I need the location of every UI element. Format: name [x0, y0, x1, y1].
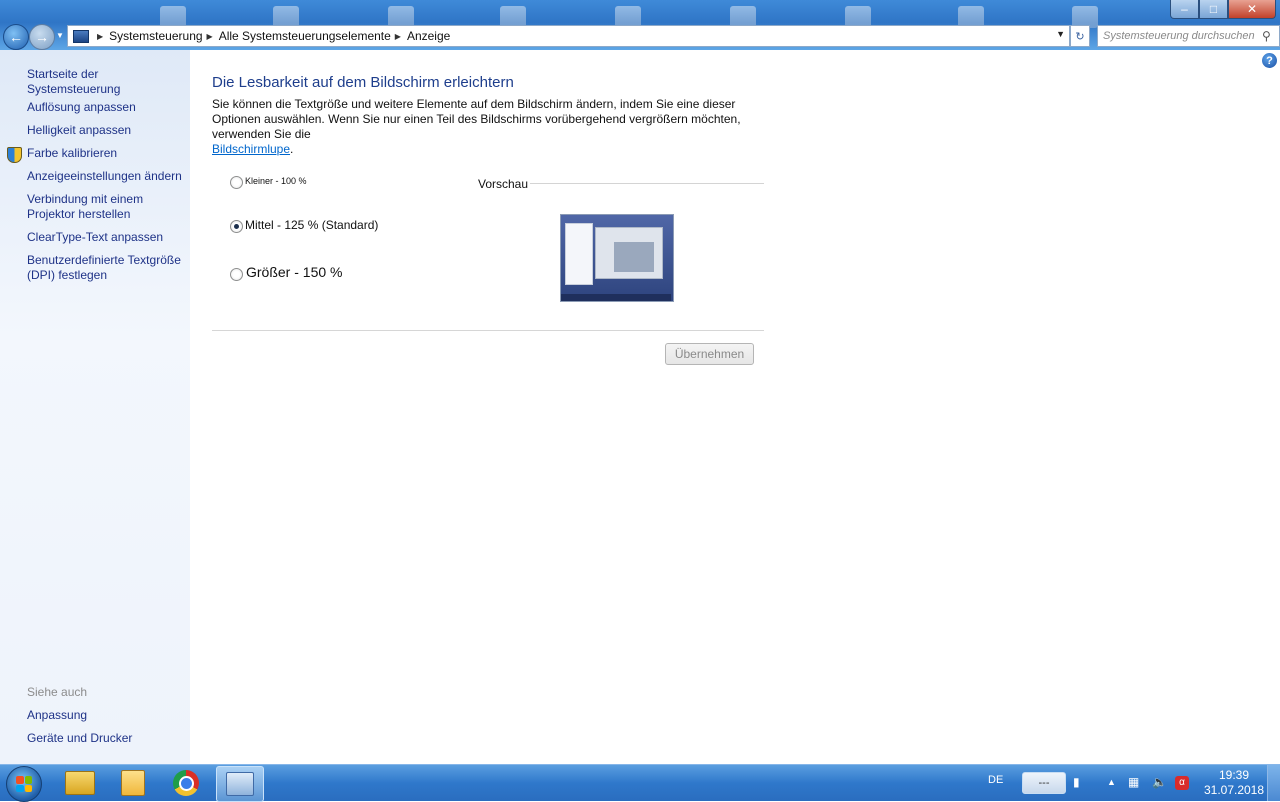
clock-time: 19:39	[1218, 768, 1250, 782]
radio-size-125[interactable]	[230, 220, 243, 233]
preview-window	[565, 223, 593, 285]
breadcrumb-alle-elemente[interactable]: Alle Systemsteuerungselemente	[219, 29, 391, 43]
preview-image	[560, 214, 674, 302]
sidebar-link-projector[interactable]: Verbindung mit einem Projektor herstelle…	[27, 192, 143, 222]
sidebar-link-display-settings[interactable]: Anzeigeeinstellungen ändern	[27, 169, 182, 184]
sidebar-link-devices-printers[interactable]: Geräte und Drucker	[27, 731, 132, 746]
preview-divider	[530, 183, 764, 184]
breadcrumb-anzeige[interactable]: Anzeige	[407, 29, 450, 43]
preview-window	[595, 227, 663, 279]
preview-taskbar	[561, 294, 671, 301]
taskbar-control-panel[interactable]	[216, 766, 264, 802]
sidebar-link-brightness[interactable]: Helligkeit anpassen	[27, 123, 131, 138]
magnifier-link[interactable]: Bildschirmlupe	[212, 142, 290, 156]
chevron-right-icon[interactable]: ▶	[395, 32, 401, 41]
clock[interactable]: 19:39 31.07.2018	[1200, 768, 1268, 798]
tray-input-box[interactable]: ---	[1022, 772, 1066, 794]
uac-shield-icon	[7, 147, 22, 163]
content-separator	[212, 330, 764, 331]
arrow-right-icon: →	[35, 29, 49, 45]
search-icon[interactable]: ⚲	[1262, 29, 1276, 43]
sidebar-link-home[interactable]: Startseite der Systemsteuerung	[27, 67, 190, 97]
page-description: Sie können die Textgröße und weitere Ele…	[212, 97, 772, 157]
page-title: Die Lesbarkeit auf dem Bildschirm erleic…	[212, 74, 514, 91]
question-icon: ?	[1266, 54, 1273, 67]
control-panel-icon	[73, 29, 89, 43]
chrome-icon	[173, 770, 199, 796]
battery-icon[interactable]: ▮	[1073, 775, 1080, 789]
network-icon[interactable]: ▦	[1128, 775, 1139, 789]
see-also-heading: Siehe auch	[27, 685, 88, 699]
clock-date: 31.07.2018	[1203, 783, 1265, 797]
sidebar-link-resolution[interactable]: Auflösung anpassen	[27, 100, 136, 115]
option-label-small[interactable]: Kleiner - 100 %	[245, 176, 307, 186]
refresh-button[interactable]: ↻	[1070, 25, 1090, 47]
back-button[interactable]: ←	[3, 24, 29, 50]
start-button[interactable]	[6, 766, 42, 802]
refresh-icon: ↻	[1075, 30, 1085, 43]
radio-size-150[interactable]	[230, 268, 243, 281]
maximize-button[interactable]: □	[1199, 0, 1228, 19]
taskbar: DE --- ▮ ▲ ▦ 🔈 α 19:39 31.07.2018	[0, 764, 1280, 802]
windows-logo-icon	[16, 776, 32, 792]
show-hidden-icons-icon[interactable]: ▲	[1107, 777, 1116, 787]
close-button[interactable]: ✕	[1228, 0, 1276, 19]
navigation-pane: Startseite der Systemsteuerung Auflösung…	[0, 50, 190, 764]
address-bar[interactable]: ▶ Systemsteuerung ▶ Alle Systemsteuerung…	[67, 25, 1070, 47]
apply-button[interactable]: Übernehmen	[665, 343, 754, 365]
preview-label: Vorschau	[478, 177, 529, 191]
forward-button[interactable]: →	[29, 24, 55, 50]
option-label-large[interactable]: Größer - 150 %	[246, 264, 342, 280]
chevron-down-icon[interactable]: ▼	[1056, 29, 1065, 39]
search-box[interactable]: Systemsteuerung durchsuchen ⚲	[1097, 25, 1280, 47]
description-text: Sie können die Textgröße und weitere Ele…	[212, 97, 741, 141]
taskbar-sticky-notes[interactable]	[110, 766, 156, 800]
language-indicator[interactable]: DE	[988, 774, 1003, 786]
arrow-left-icon: ←	[9, 29, 23, 45]
control-panel-icon	[226, 772, 254, 796]
taskbar-chrome[interactable]	[163, 766, 209, 800]
taskbar-explorer[interactable]	[57, 766, 103, 800]
option-label-medium[interactable]: Mittel - 125 % (Standard)	[245, 218, 378, 232]
window-titlebar: – □ ✕ ← → ▼ ▶ Systemsteuerung ▶ Alle Sys…	[0, 0, 1280, 50]
explorer-icon	[65, 771, 95, 795]
sticky-notes-icon	[121, 770, 145, 796]
window-controls: – □ ✕	[1170, 0, 1276, 19]
sidebar-link-calibrate-color[interactable]: Farbe kalibrieren	[27, 146, 117, 161]
breadcrumb-systemsteuerung[interactable]: Systemsteuerung	[109, 29, 202, 43]
minimize-button[interactable]: –	[1170, 0, 1199, 19]
search-input[interactable]: Systemsteuerung durchsuchen	[1098, 30, 1262, 42]
security-app-icon[interactable]: α	[1175, 776, 1189, 790]
show-desktop-button[interactable]	[1267, 765, 1280, 801]
description-end: .	[290, 142, 294, 156]
help-button[interactable]: ?	[1262, 53, 1277, 68]
volume-icon[interactable]: 🔈	[1152, 775, 1167, 789]
sidebar-link-personalization[interactable]: Anpassung	[27, 708, 87, 723]
chevron-right-icon[interactable]: ▶	[207, 32, 213, 41]
radio-size-100[interactable]	[230, 176, 243, 189]
sidebar-link-custom-dpi[interactable]: Benutzerdefinierte Textgröße (DPI) festl…	[27, 253, 181, 283]
recent-pages-dropdown[interactable]: ▼	[56, 31, 64, 40]
sidebar-link-cleartype[interactable]: ClearType-Text anpassen	[27, 230, 163, 245]
chevron-right-icon[interactable]: ▶	[97, 32, 103, 41]
